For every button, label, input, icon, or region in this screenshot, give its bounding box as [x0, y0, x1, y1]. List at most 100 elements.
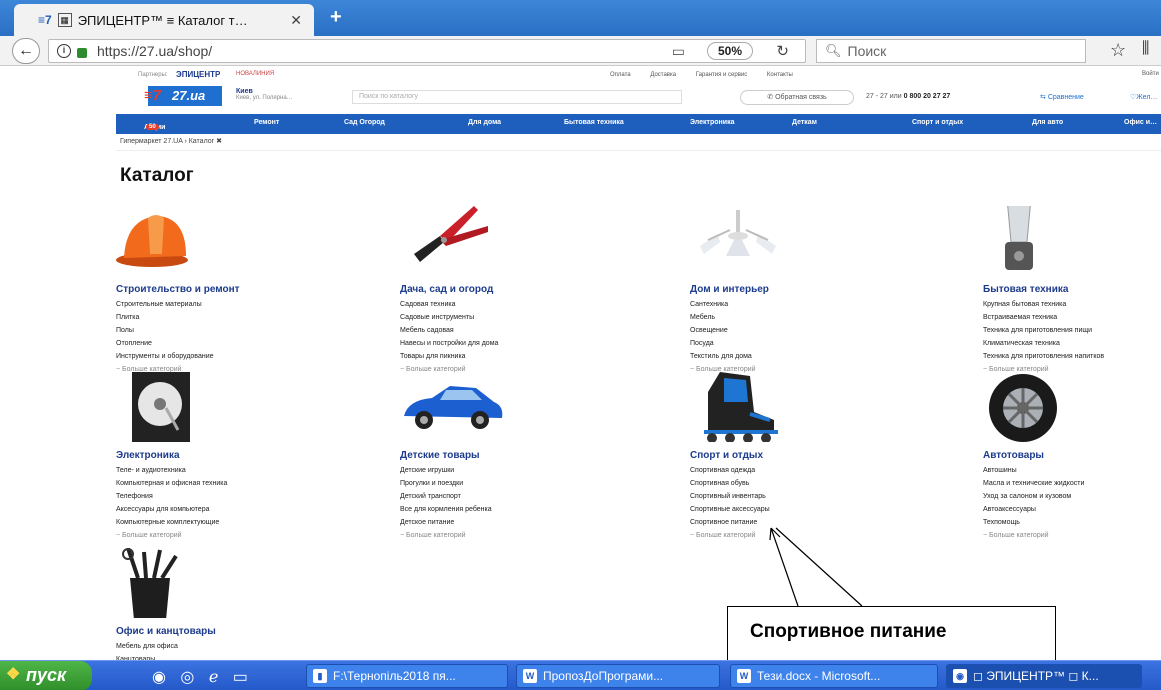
top-link-payment[interactable]: Оплата: [610, 72, 631, 78]
subcategory-link[interactable]: Масла и технические жидкости: [983, 477, 1084, 490]
subcategory-link[interactable]: Компьютерные комплектующие: [116, 516, 227, 529]
subcategory-link[interactable]: Текстиль для дома: [690, 350, 756, 363]
browser-tab[interactable]: ≡7 ▦ ЭПИЦЕНТР™ ≡ Каталог т… ✕: [14, 4, 314, 36]
tire-icon[interactable]: [983, 372, 1093, 442]
category-title[interactable]: Бытовая техника: [983, 284, 1068, 295]
subcategory-link[interactable]: Автошины: [983, 464, 1084, 477]
taskbar-item-word1[interactable]: W ПропозДоПрограми...: [516, 664, 720, 688]
subcategory-link[interactable]: Навесы и постройки для дома: [400, 337, 498, 350]
nav-item-appliances[interactable]: Бытовая техника: [564, 119, 624, 126]
subcategory-link[interactable]: Компьютерная и офисная техника: [116, 477, 227, 490]
subcategory-link[interactable]: Техпомощь: [983, 516, 1084, 529]
roller-skate-icon[interactable]: [690, 372, 800, 442]
category-title[interactable]: Дом и интерьер: [690, 284, 769, 295]
desktop-icon[interactable]: ▭: [233, 669, 248, 686]
hard-drive-icon[interactable]: [116, 372, 226, 442]
more-categories-link[interactable]: − Больше категорий: [116, 529, 227, 542]
top-link-delivery[interactable]: Доставка: [650, 72, 676, 78]
nav-item-kids[interactable]: Деткам: [792, 119, 817, 126]
subcategory-link[interactable]: Освещение: [690, 324, 756, 337]
bookmark-star-icon[interactable]: ☆: [1110, 40, 1126, 61]
firefox-icon[interactable]: ◉: [152, 669, 166, 686]
top-link-contacts[interactable]: Контакты: [767, 72, 793, 78]
breadcrumb[interactable]: Гипермаркет 27.UA › Каталог ✖: [120, 137, 222, 145]
category-title[interactable]: Автотовары: [983, 450, 1044, 461]
reload-icon[interactable]: ↻: [776, 42, 789, 60]
tab-close-icon[interactable]: ✕: [290, 12, 302, 29]
nav-item-office[interactable]: Офис и…: [1124, 119, 1157, 126]
subcategory-link[interactable]: Телефония: [116, 490, 227, 503]
nav-item-garden[interactable]: Сад Огород: [344, 119, 385, 126]
partner-logo-novaliniya[interactable]: НОВАЛИНИЯ: [236, 71, 274, 77]
hard-hat-icon[interactable]: [116, 206, 226, 276]
subcategory-link[interactable]: Инструменты и оборудование: [116, 350, 214, 363]
category-title[interactable]: Офис и канцтовары: [116, 626, 216, 637]
subcategory-link[interactable]: Теле- и аудиотехника: [116, 464, 227, 477]
subcategory-link[interactable]: Крупная бытовая техника: [983, 298, 1104, 311]
subcategory-link[interactable]: Плитка: [116, 311, 214, 324]
compare-link[interactable]: ⇆ Сравнение: [1040, 93, 1084, 101]
more-categories-link[interactable]: − Больше категорий: [690, 529, 770, 542]
taskbar-item-firefox[interactable]: ◉ ◻ ЭПИЦЕНТР™ ◻ К...: [946, 664, 1142, 688]
catalog-search-input[interactable]: Поиск по каталогу: [352, 90, 682, 104]
nav-item-electronics[interactable]: Электроника: [690, 119, 734, 126]
more-categories-link[interactable]: − Больше категорий: [983, 529, 1084, 542]
subcategory-link[interactable]: Строительные материалы: [116, 298, 214, 311]
subcategory-link[interactable]: Спортивное питание: [690, 516, 770, 529]
library-icon[interactable]: ⫼: [1142, 40, 1149, 58]
category-title[interactable]: Электроника: [116, 450, 180, 461]
subcategory-link[interactable]: Детское питание: [400, 516, 492, 529]
subcategory-link[interactable]: Мебель для офиса: [116, 640, 178, 653]
subcategory-link[interactable]: Детский транспорт: [400, 490, 492, 503]
subcategory-link[interactable]: Спортивные аксессуары: [690, 503, 770, 516]
pruner-icon[interactable]: [400, 206, 510, 276]
nav-item-repair[interactable]: Ремонт: [254, 119, 279, 126]
wishlist-link[interactable]: ♡Жел…: [1130, 93, 1157, 101]
category-title[interactable]: Дача, сад и огород: [400, 284, 493, 295]
info-icon[interactable]: i: [57, 44, 71, 58]
nav-item-auto[interactable]: Для авто: [1032, 119, 1063, 126]
blender-icon[interactable]: [983, 206, 1093, 276]
subcategory-link[interactable]: Техника для приготовления пищи: [983, 324, 1104, 337]
subcategory-link[interactable]: Мебель садовая: [400, 324, 498, 337]
subcategory-link[interactable]: Сантехника: [690, 298, 756, 311]
subcategory-link[interactable]: Садовая техника: [400, 298, 498, 311]
login-link[interactable]: Войти: [1142, 71, 1159, 77]
more-categories-link[interactable]: − Больше категорий: [400, 529, 492, 542]
nav-item-home[interactable]: Для дома: [468, 119, 501, 126]
back-button[interactable]: ←: [12, 38, 40, 64]
opera-icon[interactable]: ◎: [180, 669, 194, 686]
start-button[interactable]: пуск: [0, 661, 92, 690]
subcategory-link[interactable]: Отопление: [116, 337, 214, 350]
subcategory-link[interactable]: Садовые инструменты: [400, 311, 498, 324]
category-title[interactable]: Строительство и ремонт: [116, 284, 240, 295]
subcategory-link[interactable]: Спортивный инвентарь: [690, 490, 770, 503]
lock-icon[interactable]: [77, 48, 87, 58]
subcategory-link[interactable]: Посуда: [690, 337, 756, 350]
subcategory-link[interactable]: Техника для приготовления напитков: [983, 350, 1104, 363]
taskbar-item-folder[interactable]: ▮ F:\Тернопіль2018 пя...: [306, 664, 508, 688]
ie-icon[interactable]: ℯ: [209, 669, 218, 686]
category-title[interactable]: Детские товары: [400, 450, 480, 461]
browser-search-input[interactable]: 🔍︎ Поиск: [816, 39, 1086, 63]
subcategory-link[interactable]: Уход за салоном и кузовом: [983, 490, 1084, 503]
url-text[interactable]: https://27.ua/shop/: [97, 43, 212, 59]
site-logo[interactable]: ≡7 27.ua: [144, 86, 222, 106]
taskbar-item-word2[interactable]: W Тези.docx - Microsoft...: [730, 664, 938, 688]
subcategory-link[interactable]: Мебель: [690, 311, 756, 324]
nav-item-sport[interactable]: Спорт и отдых: [912, 119, 963, 126]
city-selector[interactable]: Киев Киев, ул. Полярна…: [236, 88, 293, 101]
subcategory-link[interactable]: Автоаксессуары: [983, 503, 1084, 516]
subcategory-link[interactable]: Климатическая техника: [983, 337, 1104, 350]
new-tab-button[interactable]: +: [330, 6, 342, 29]
toy-car-icon[interactable]: [400, 372, 510, 442]
callback-button[interactable]: ✆ Обратная связь: [740, 90, 854, 105]
subcategory-link[interactable]: Товары для пикника: [400, 350, 498, 363]
subcategory-link[interactable]: Детские игрушки: [400, 464, 492, 477]
chandelier-icon[interactable]: [690, 206, 800, 276]
phone-number[interactable]: 0 800 20 27 27: [904, 93, 951, 100]
partner-logo-epicentr[interactable]: ЭПИЦЕНТР: [176, 70, 220, 79]
top-link-warranty[interactable]: Гарантия и сервис: [696, 72, 747, 78]
subcategory-link[interactable]: Встраиваемая техника: [983, 311, 1104, 324]
subcategory-link[interactable]: Спортивная одежда: [690, 464, 770, 477]
